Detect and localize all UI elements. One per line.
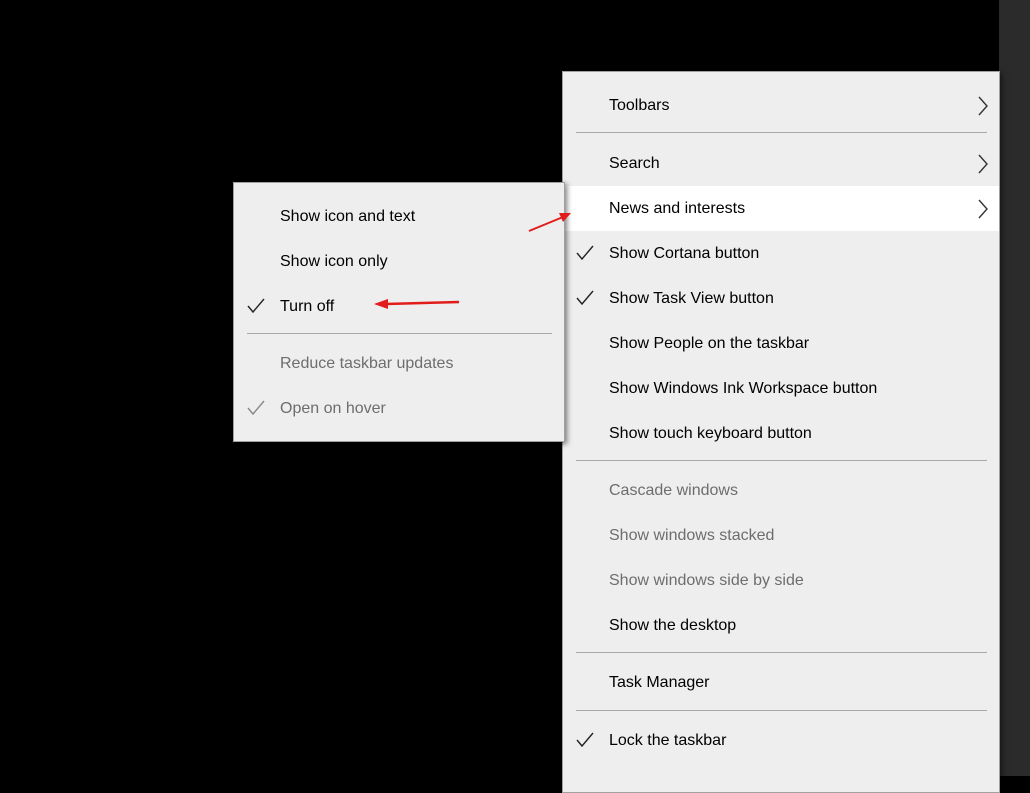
menu-item-show-task-view-button[interactable]: Show Task View button xyxy=(563,276,999,321)
menu-item-news-and-interests[interactable]: News and interests xyxy=(563,186,999,231)
menu-item-lock-taskbar[interactable]: Lock the taskbar xyxy=(563,718,999,763)
submenu-item-show-icon-only[interactable]: Show icon only xyxy=(234,239,564,284)
background-window-edge xyxy=(999,0,1030,776)
menu-item-show-people[interactable]: Show People on the taskbar xyxy=(563,321,999,366)
menu-item-label: Show Windows Ink Workspace button xyxy=(609,379,878,397)
menu-item-show-touch-keyboard[interactable]: Show touch keyboard button xyxy=(563,411,999,456)
news-and-interests-submenu: Show icon and text Show icon only Turn o… xyxy=(233,182,565,442)
chevron-right-icon xyxy=(978,154,988,174)
menu-item-label: Open on hover xyxy=(280,399,386,417)
menu-item-label: Show windows side by side xyxy=(609,571,804,589)
menu-item-label: Task Manager xyxy=(609,673,710,691)
checkmark-icon xyxy=(247,298,265,314)
menu-item-label: Search xyxy=(609,154,660,172)
menu-separator xyxy=(576,460,987,461)
submenu-item-open-on-hover[interactable]: Open on hover xyxy=(234,386,564,431)
menu-item-label: Cascade windows xyxy=(609,481,738,499)
menu-separator xyxy=(576,652,987,653)
menu-item-label: Show icon and text xyxy=(280,207,416,225)
submenu-item-turn-off[interactable]: Turn off xyxy=(234,284,564,329)
menu-item-toolbars[interactable]: Toolbars xyxy=(563,83,999,128)
menu-item-label: News and interests xyxy=(609,199,746,217)
menu-item-label: Show touch keyboard button xyxy=(609,424,812,442)
taskbar-context-menu: Toolbars Search News and interests Show … xyxy=(562,71,1000,793)
submenu-item-show-icon-and-text[interactable]: Show icon and text xyxy=(234,194,564,239)
menu-item-label: Show People on the taskbar xyxy=(609,334,810,352)
menu-item-cascade-windows[interactable]: Cascade windows xyxy=(563,468,999,513)
menu-item-label: Show windows stacked xyxy=(609,526,775,544)
menu-item-label: Show Task View button xyxy=(609,289,774,307)
checkmark-icon xyxy=(576,290,594,306)
menu-item-label: Turn off xyxy=(280,297,335,315)
menu-separator xyxy=(576,132,987,133)
menu-item-show-ink-workspace[interactable]: Show Windows Ink Workspace button xyxy=(563,366,999,411)
chevron-right-icon xyxy=(978,96,988,116)
menu-item-task-manager[interactable]: Task Manager xyxy=(563,660,999,705)
menu-item-label: Lock the taskbar xyxy=(609,731,727,749)
menu-item-label: Show the desktop xyxy=(609,616,737,634)
menu-separator xyxy=(247,333,552,334)
menu-item-label: Show Cortana button xyxy=(609,244,760,262)
menu-item-show-windows-side-by-side[interactable]: Show windows side by side xyxy=(563,558,999,603)
menu-item-search[interactable]: Search xyxy=(563,141,999,186)
checkmark-icon xyxy=(247,400,265,416)
menu-item-label: Reduce taskbar updates xyxy=(280,354,454,372)
submenu-item-reduce-taskbar-updates[interactable]: Reduce taskbar updates xyxy=(234,341,564,386)
menu-item-label: Toolbars xyxy=(609,96,670,114)
checkmark-icon xyxy=(576,732,594,748)
menu-item-show-windows-stacked[interactable]: Show windows stacked xyxy=(563,513,999,558)
chevron-right-icon xyxy=(978,199,988,219)
menu-separator xyxy=(576,710,987,711)
menu-item-show-cortana-button[interactable]: Show Cortana button xyxy=(563,231,999,276)
menu-item-show-desktop[interactable]: Show the desktop xyxy=(563,603,999,648)
menu-item-label: Show icon only xyxy=(280,252,388,270)
checkmark-icon xyxy=(576,245,594,261)
